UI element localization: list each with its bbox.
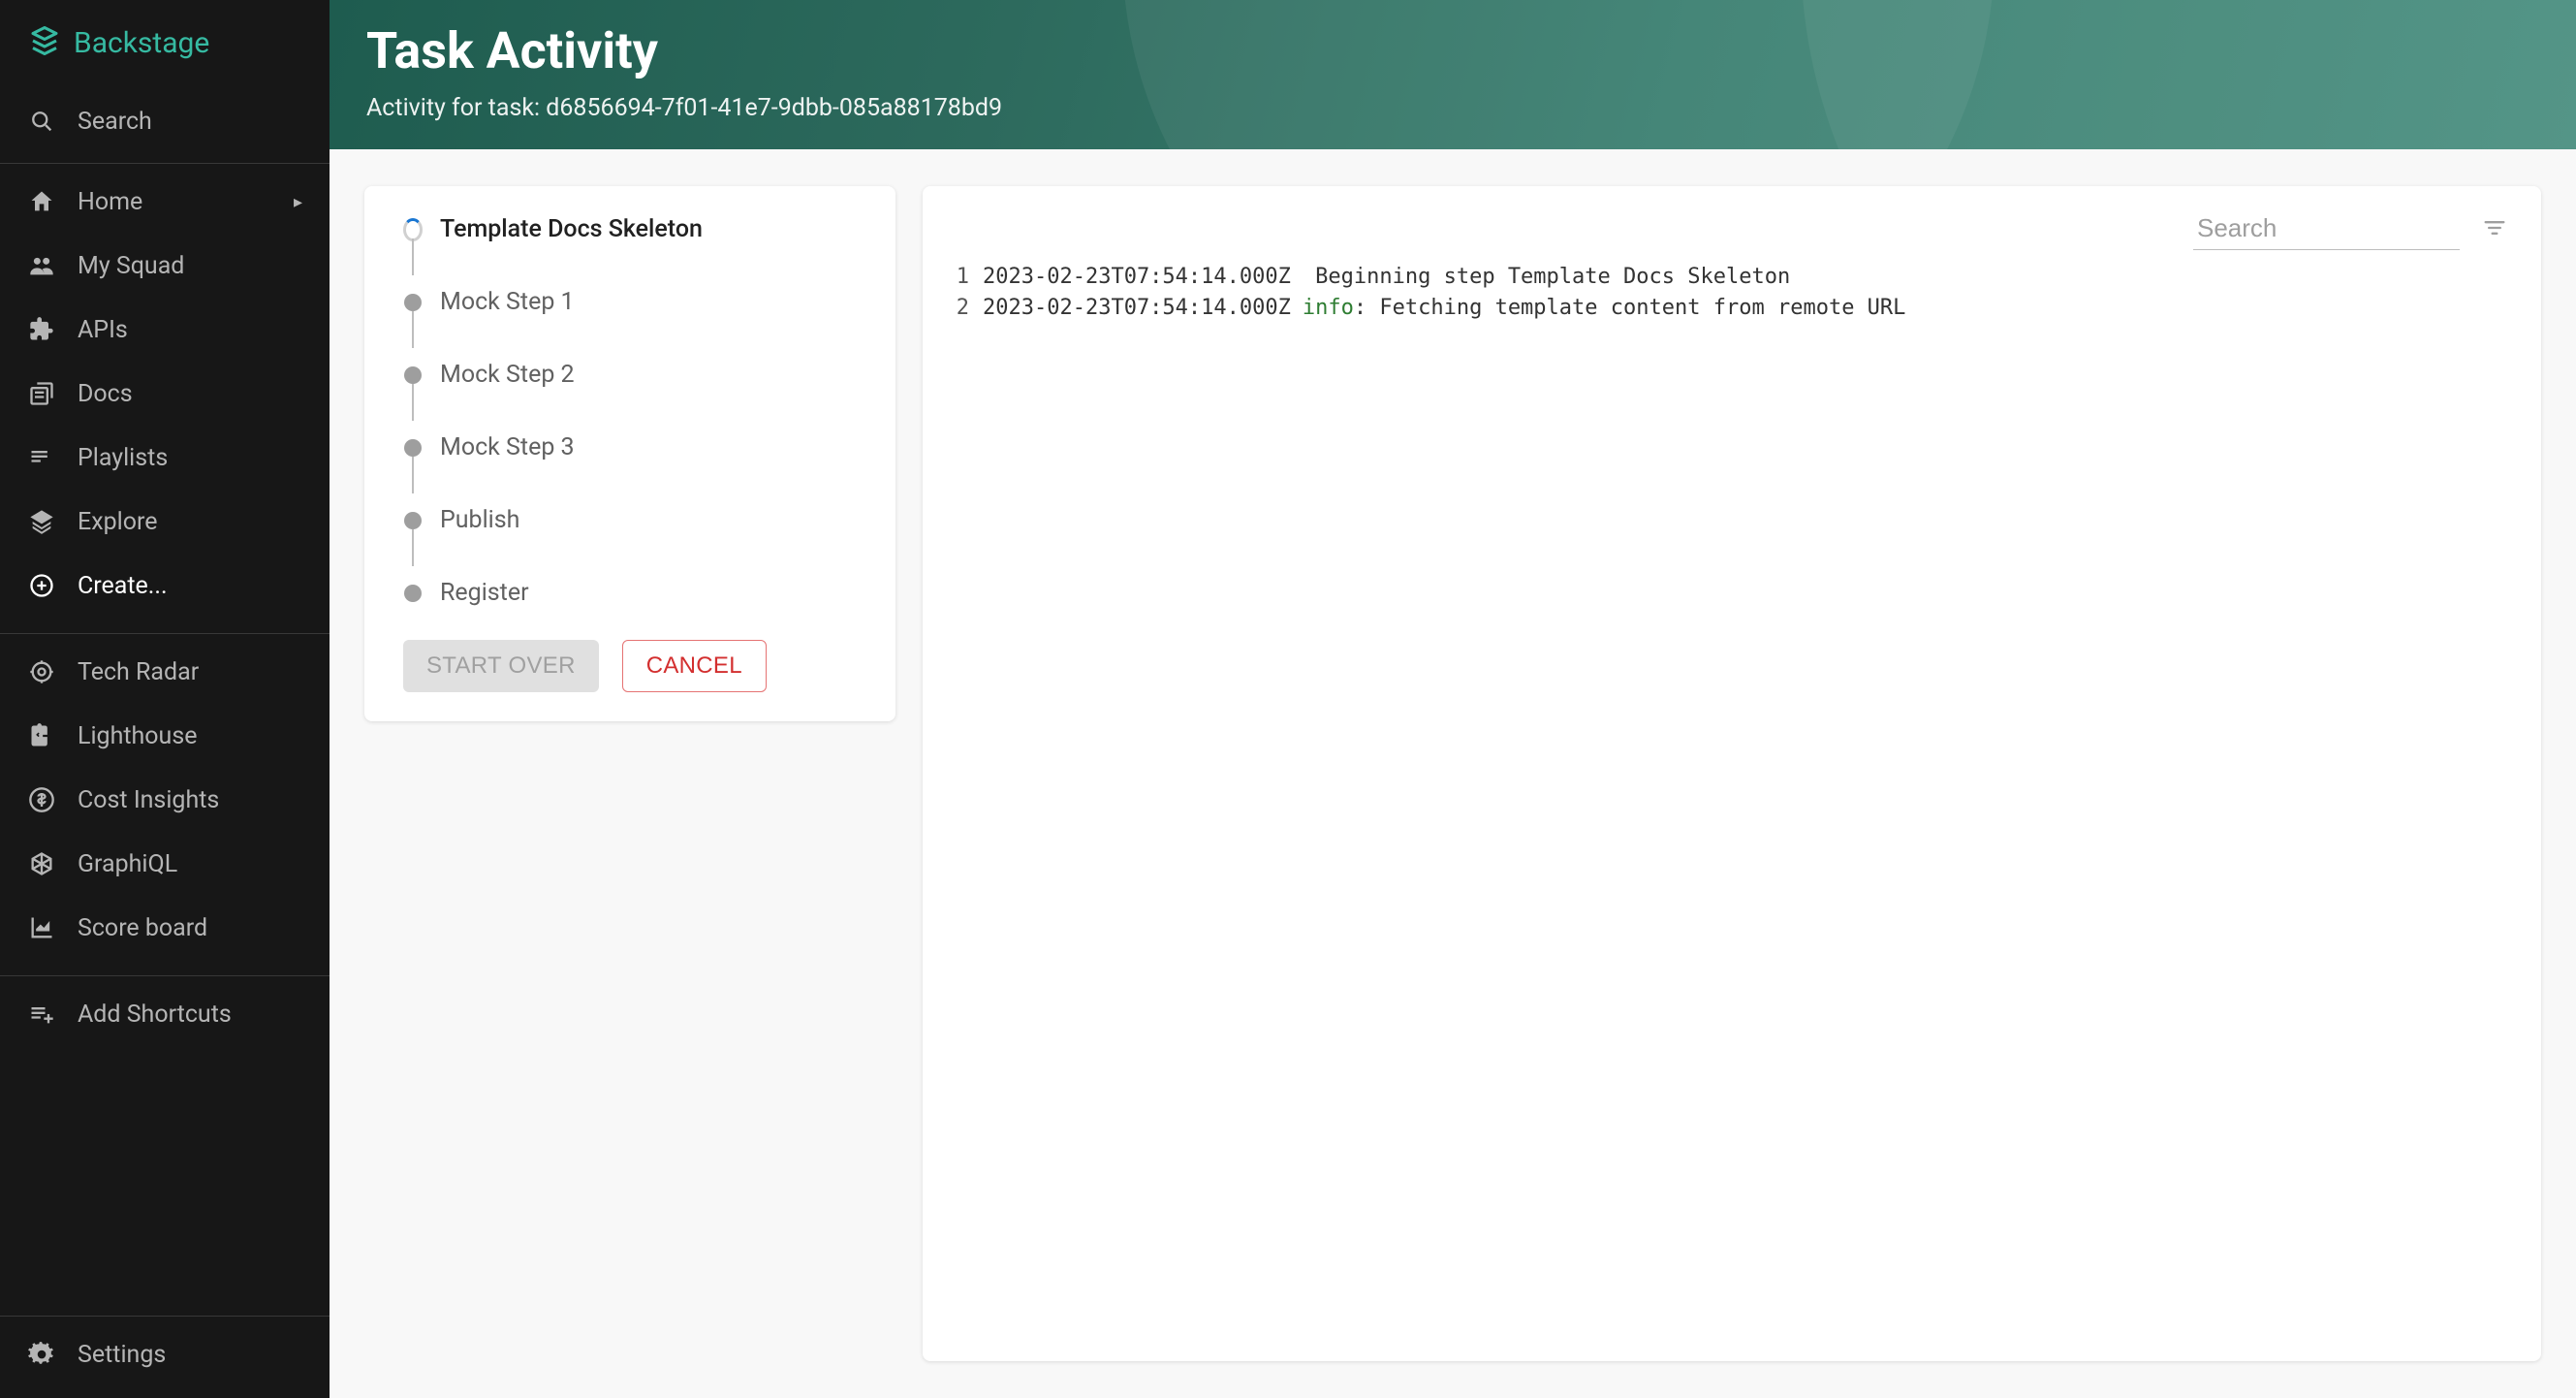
sidebar-item-home[interactable]: Home ▸	[0, 170, 330, 234]
step-item[interactable]: Publish	[403, 506, 857, 579]
sidebar-item-label: My Squad	[78, 252, 184, 280]
step-dot-icon	[403, 584, 423, 603]
step-item[interactable]: Template Docs Skeleton	[403, 215, 857, 288]
log-body: 1 2023-02-23T07:54:14.000Z Beginning step…	[950, 262, 2514, 324]
step-label: Mock Step 2	[440, 361, 575, 389]
layers-icon	[27, 507, 56, 536]
step-connector	[412, 457, 414, 493]
filter-icon	[2481, 230, 2508, 244]
steps-card: Template Docs Skeleton Mock Step 1 Mock St…	[364, 186, 895, 721]
graphql-icon	[27, 849, 56, 878]
library-books-icon	[27, 379, 56, 408]
sidebar-item-apis[interactable]: APIs	[0, 298, 330, 362]
step-connector	[412, 311, 414, 348]
sidebar: Backstage Search Home ▸ My Squad APIs Docs Pl…	[0, 0, 330, 1398]
log-search-input[interactable]	[2193, 207, 2460, 250]
sidebar-item-label: GraphiQL	[78, 850, 177, 878]
step-dot-icon	[403, 511, 423, 530]
sidebar-item-label: Lighthouse	[78, 722, 198, 750]
step-connector	[412, 238, 414, 275]
step-label: Register	[440, 579, 529, 607]
step-list: Template Docs Skeleton Mock Step 1 Mock St…	[403, 215, 857, 634]
sidebar-group-main: Home ▸ My Squad APIs Docs Playlists Explore Cre…	[0, 164, 330, 623]
step-connector	[412, 529, 414, 566]
step-dot-icon	[403, 293, 423, 312]
sidebar-bottom: Settings	[0, 1317, 330, 1398]
sidebar-item-label: Settings	[78, 1341, 166, 1369]
sidebar-search[interactable]: Search	[0, 89, 330, 153]
step-dot-icon	[403, 438, 423, 458]
step-connector	[412, 384, 414, 421]
brand-logo[interactable]: Backstage	[0, 0, 330, 89]
playlist-add-icon	[27, 1000, 56, 1029]
sidebar-item-label: Add Shortcuts	[78, 1001, 232, 1029]
sidebar-item-label: Cost Insights	[78, 786, 219, 814]
step-label: Mock Step 1	[440, 288, 575, 316]
start-over-button: START OVER	[403, 640, 599, 692]
log-toolbar	[950, 207, 2514, 250]
log-line: 1 2023-02-23T07:54:14.000Z Beginning step…	[950, 262, 2514, 293]
sidebar-item-tech-radar[interactable]: Tech Radar	[0, 640, 330, 704]
spinner-icon	[403, 220, 423, 239]
sidebar-item-label: APIs	[78, 316, 128, 344]
sidebar-item-add-shortcuts[interactable]: Add Shortcuts	[0, 982, 330, 1046]
main-area: Task Activity Activity for task: d685669…	[330, 0, 2576, 1398]
sidebar-item-my-squad[interactable]: My Squad	[0, 234, 330, 298]
cancel-button[interactable]: CANCEL	[622, 640, 767, 692]
step-item[interactable]: Mock Step 1	[403, 288, 857, 361]
search-icon	[27, 107, 56, 136]
sidebar-item-label: Home	[78, 188, 142, 216]
gear-icon	[27, 1340, 56, 1369]
sidebar-item-label: Tech Radar	[78, 658, 199, 686]
log-line-number: 2	[950, 293, 969, 324]
log-panel: 1 2023-02-23T07:54:14.000Z Beginning step…	[923, 186, 2541, 1361]
sidebar-item-label: Docs	[78, 380, 133, 408]
backstage-icon	[27, 23, 62, 62]
sidebar-item-explore[interactable]: Explore	[0, 490, 330, 554]
sidebar-item-label: Create...	[78, 572, 168, 600]
step-item[interactable]: Mock Step 3	[403, 433, 857, 506]
sidebar-item-label: Explore	[78, 508, 157, 536]
step-item[interactable]: Register	[403, 579, 857, 634]
sidebar-item-docs[interactable]: Docs	[0, 362, 330, 426]
brand-text: Backstage	[74, 26, 209, 60]
home-icon	[27, 187, 56, 216]
step-label: Template Docs Skeleton	[440, 215, 703, 243]
step-label: Publish	[440, 506, 519, 534]
content-row: Template Docs Skeleton Mock Step 1 Mock St…	[330, 149, 2576, 1398]
step-label: Mock Step 3	[440, 433, 575, 461]
sidebar-item-create-[interactable]: Create...	[0, 554, 330, 618]
filter-button[interactable]	[2475, 208, 2514, 250]
people-icon	[27, 251, 56, 280]
page-title: Task Activity	[366, 21, 2539, 80]
playlist-icon	[27, 443, 56, 472]
sidebar-group-tools: Tech Radar Lighthouse Cost Insights GraphiQ…	[0, 634, 330, 966]
step-dot-icon	[403, 365, 423, 385]
target-icon	[27, 657, 56, 686]
step-actions: START OVER CANCEL	[403, 640, 857, 692]
sidebar-item-settings[interactable]: Settings	[0, 1322, 330, 1386]
chevron-right-icon: ▸	[294, 192, 302, 212]
step-item[interactable]: Mock Step 2	[403, 361, 857, 433]
log-line-content: 2023-02-23T07:54:14.000Z Beginning step …	[983, 262, 1790, 293]
sidebar-item-score-board[interactable]: Score board	[0, 896, 330, 960]
sidebar-group-shortcuts: Add Shortcuts	[0, 976, 330, 1052]
assignment-icon	[27, 721, 56, 750]
plus-circle-icon	[27, 571, 56, 600]
log-line-number: 1	[950, 262, 969, 293]
sidebar-item-lighthouse[interactable]: Lighthouse	[0, 704, 330, 768]
sidebar-item-label: Score board	[78, 914, 207, 942]
sidebar-item-cost-insights[interactable]: Cost Insights	[0, 768, 330, 832]
extension-icon	[27, 315, 56, 344]
page-header: Task Activity Activity for task: d685669…	[330, 0, 2576, 149]
sidebar-search-label: Search	[78, 108, 152, 136]
sidebar-item-playlists[interactable]: Playlists	[0, 426, 330, 490]
sidebar-item-label: Playlists	[78, 444, 168, 472]
chart-icon	[27, 913, 56, 942]
dollar-icon	[27, 785, 56, 814]
page-subtitle: Activity for task: d6856694-7f01-41e7-9d…	[366, 94, 2539, 122]
log-line-content: 2023-02-23T07:54:14.000Zinfo: Fetching t…	[983, 293, 1905, 324]
log-line: 2 2023-02-23T07:54:14.000Zinfo: Fetching …	[950, 293, 2514, 324]
sidebar-item-graphiql[interactable]: GraphiQL	[0, 832, 330, 896]
